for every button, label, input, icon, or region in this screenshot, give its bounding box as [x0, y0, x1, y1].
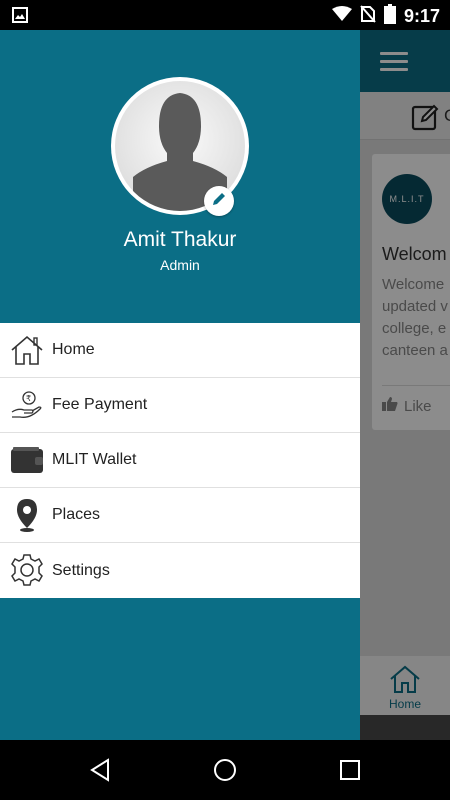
no-sim-icon — [360, 5, 376, 28]
image-icon — [12, 7, 28, 28]
menu-label: Fee Payment — [52, 396, 148, 413]
status-time: 9:17 — [403, 6, 440, 26]
back-icon[interactable] — [88, 758, 112, 782]
menu-item-settings[interactable]: Settings — [0, 543, 360, 598]
menu-item-home[interactable]: Home — [0, 323, 360, 378]
navigation-drawer: Amit Thakur Admin Home ₹ Fee Payment MLI… — [0, 30, 360, 740]
wallet-icon — [10, 443, 44, 477]
system-nav-bar — [0, 740, 450, 800]
fee-payment-icon: ₹ — [10, 388, 44, 422]
recents-icon[interactable] — [338, 758, 362, 782]
home-circle-icon[interactable] — [213, 758, 237, 782]
drawer-scrim[interactable] — [360, 30, 450, 740]
pencil-icon — [212, 192, 226, 211]
home-icon — [10, 333, 44, 367]
menu-label: Places — [52, 506, 101, 523]
user-role: Admin — [160, 257, 200, 273]
menu-label: Home — [52, 341, 95, 358]
menu-item-mlit-wallet[interactable]: MLIT Wallet — [0, 433, 360, 488]
drawer-menu: Home ₹ Fee Payment MLIT Wallet Places Se… — [0, 323, 360, 598]
status-bar: 9:17 — [0, 0, 450, 30]
location-pin-icon — [10, 498, 44, 532]
svg-text:₹: ₹ — [26, 394, 31, 403]
menu-item-places[interactable]: Places — [0, 488, 360, 543]
menu-item-fee-payment[interactable]: ₹ Fee Payment — [0, 378, 360, 433]
gear-icon — [10, 553, 44, 587]
menu-label: MLIT Wallet — [52, 451, 137, 468]
battery-icon — [383, 4, 396, 29]
user-name: Amit Thakur — [123, 228, 237, 251]
menu-label: Settings — [52, 561, 110, 579]
edit-profile-button[interactable] — [204, 186, 234, 216]
wifi-icon — [331, 6, 352, 27]
drawer-profile-header: Amit Thakur Admin — [0, 30, 360, 323]
